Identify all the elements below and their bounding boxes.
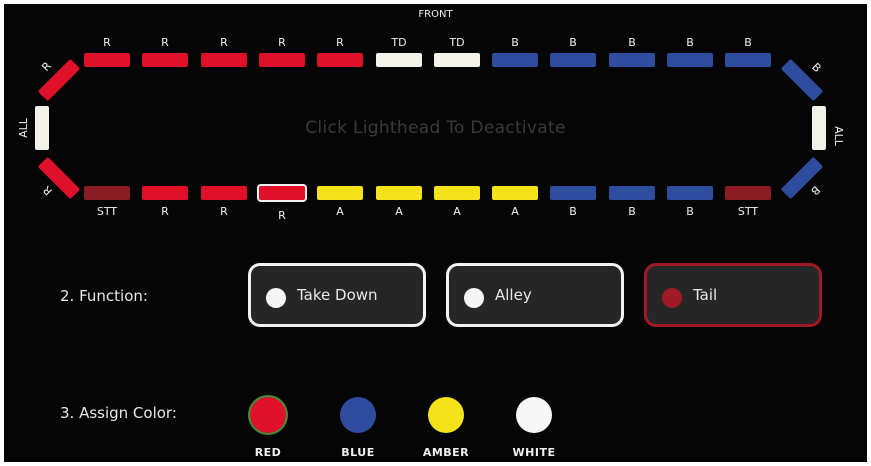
deactivate-hint: Click Lighthead To Deactivate (305, 118, 566, 138)
lighthead-top-4[interactable] (259, 53, 305, 67)
color-label-red: RED (254, 446, 282, 459)
lighthead-bottom-6[interactable] (376, 186, 422, 200)
radio-dot-icon (266, 288, 286, 308)
color-swatch-white[interactable] (516, 397, 552, 433)
end-left-label: ALL (17, 118, 30, 138)
lighthead-top-label: R (103, 36, 111, 49)
lighthead-bottom-label: STT (96, 205, 118, 218)
lighthead-bottom-11[interactable] (667, 186, 713, 200)
lighthead-bottom-label: B (569, 205, 577, 218)
lighthead-top-8[interactable] (492, 53, 538, 67)
lighthead-top-7[interactable] (434, 53, 480, 67)
lighthead-bottom-label: STT (737, 205, 759, 218)
lighthead-bottom-4[interactable] (257, 184, 307, 202)
assign-color-label: 3. Assign Color: (60, 404, 177, 422)
lighthead-top-label: B (511, 36, 519, 49)
lighthead-bottom-5[interactable] (317, 186, 363, 200)
function-alley-button[interactable]: Alley (446, 263, 624, 327)
lighthead-top-label: R (336, 36, 344, 49)
lighthead-bottom-label: R (220, 205, 228, 218)
lighthead-bottom-label: R (161, 205, 169, 218)
color-swatch-amber[interactable] (428, 397, 464, 433)
color-swatch-blue[interactable] (340, 397, 376, 433)
color-label-white: WHITE (512, 446, 556, 459)
function-option-label: Take Down (297, 286, 378, 304)
lighthead-top-3[interactable] (201, 53, 247, 67)
lighthead-bottom-label: A (511, 205, 519, 218)
lighthead-top-5[interactable] (317, 53, 363, 67)
lighthead-top-label: R (220, 36, 228, 49)
lighthead-top-10[interactable] (609, 53, 655, 67)
lighthead-top-9[interactable] (550, 53, 596, 67)
lighthead-bottom-label: B (686, 205, 694, 218)
function-option-label: Tail (693, 286, 718, 304)
lighthead-top-2[interactable] (142, 53, 188, 67)
color-swatch-red[interactable] (250, 397, 286, 433)
lighthead-bottom-3[interactable] (201, 186, 247, 200)
lighthead-top-12[interactable] (725, 53, 771, 67)
lighthead-top-label: R (278, 36, 286, 49)
lighthead-end-right[interactable] (812, 106, 826, 150)
lighthead-bottom-1[interactable] (84, 186, 130, 200)
lighthead-top-label: R (161, 36, 169, 49)
lighthead-bottom-10[interactable] (609, 186, 655, 200)
lighthead-bottom-label: A (336, 205, 344, 218)
lighthead-top-11[interactable] (667, 53, 713, 67)
color-label-blue: BLUE (341, 446, 375, 459)
radio-dot-icon (662, 288, 682, 308)
front-label: FRONT (418, 9, 453, 20)
lighthead-bottom-label: A (395, 205, 403, 218)
lighthead-bottom-7[interactable] (434, 186, 480, 200)
function-label: 2. Function: (60, 287, 148, 305)
lighthead-top-label: TD (391, 36, 407, 49)
lighthead-bottom-label: B (628, 205, 636, 218)
lightbar-configurator: FRONT Click Lighthead To Deactivate R R … (4, 4, 867, 462)
end-right-label: ALL (832, 126, 845, 146)
lighthead-top-label: B (744, 36, 752, 49)
lighthead-top-6[interactable] (376, 53, 422, 67)
function-tail-button[interactable]: Tail (644, 263, 822, 327)
lighthead-end-left[interactable] (35, 106, 49, 150)
lighthead-bottom-8[interactable] (492, 186, 538, 200)
lighthead-top-label: B (628, 36, 636, 49)
lighthead-bottom-2[interactable] (142, 186, 188, 200)
lighthead-top-label: B (569, 36, 577, 49)
lighthead-top-label: TD (449, 36, 465, 49)
lighthead-top-1[interactable] (84, 53, 130, 67)
lighthead-bottom-9[interactable] (550, 186, 596, 200)
lighthead-top-label: B (686, 36, 694, 49)
lighthead-bottom-label: R (278, 209, 286, 222)
lighthead-bottom-12[interactable] (725, 186, 771, 200)
radio-dot-icon (464, 288, 484, 308)
function-take-down-button[interactable]: Take Down (248, 263, 426, 327)
function-option-label: Alley (495, 286, 532, 304)
color-label-amber: AMBER (422, 446, 470, 459)
lighthead-bottom-label: A (453, 205, 461, 218)
